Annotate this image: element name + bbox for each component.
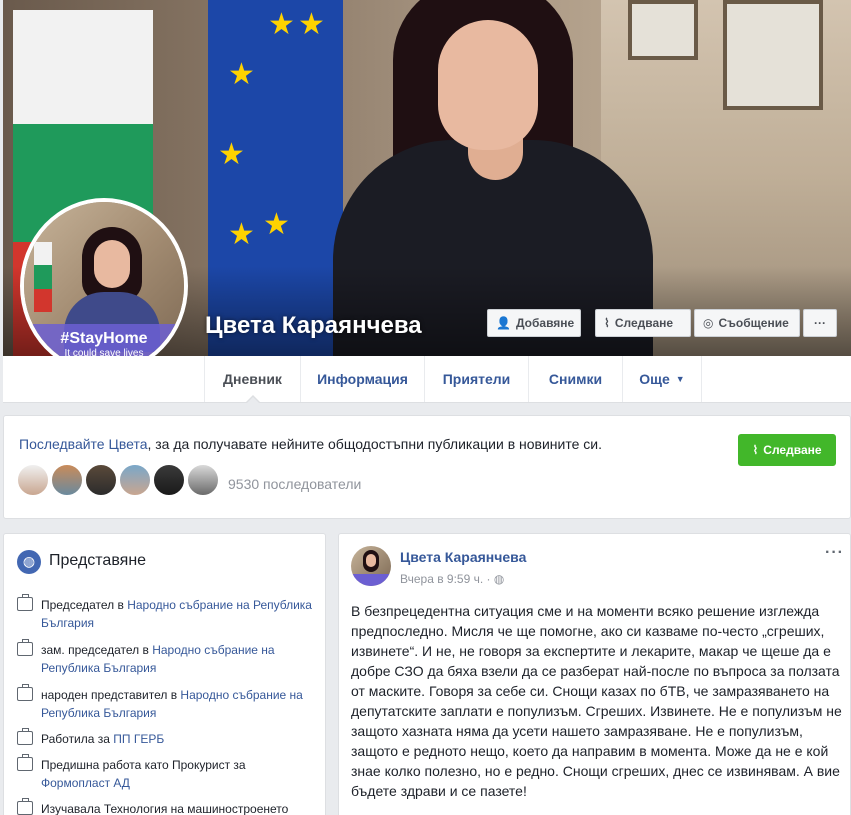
profile-tabbar: Дневник Информация Приятели Снимки Още ▼ [3, 356, 851, 403]
intro-item: Изучавала Технология на машиностроенето [17, 798, 317, 815]
follow-label: Следване [614, 316, 674, 330]
message-button[interactable]: ◎ Съобщение [694, 309, 800, 337]
intro-item-link[interactable]: Формопласт АД [41, 776, 130, 790]
briefcase-icon [17, 684, 33, 701]
globe-icon: ◍ [17, 550, 41, 574]
add-friend-label: Добавяне [515, 316, 575, 330]
briefcase-icon [17, 594, 33, 611]
post-meta: Вчера в 9:59 ч. · ◍ [400, 572, 504, 586]
avatar[interactable] [187, 464, 219, 496]
active-tab-indicator-inner [246, 397, 260, 404]
intro-item: народен представител в Народно събрание … [17, 684, 317, 722]
tab-about-label: Информация [317, 371, 408, 387]
intro-item: Предишна работа като Прокурист за Формоп… [17, 754, 317, 792]
wall-frame [628, 0, 698, 60]
intro-card: ◍ Представяне Председател в Народно събр… [3, 533, 326, 815]
tab-about[interactable]: Информация [300, 356, 424, 402]
add-friend-button[interactable]: 👤 Добавяне [487, 309, 581, 337]
follow-green-button[interactable]: ⌇ Следване [738, 434, 836, 466]
post-author[interactable]: Цвета Караянчева [400, 549, 526, 565]
caret-down-icon: ▼ [675, 374, 685, 384]
avatar[interactable] [85, 464, 117, 496]
follow-button[interactable]: ⌇ Следване [595, 309, 691, 337]
stayhome-tag: #StayHome [60, 330, 148, 347]
briefcase-icon [17, 754, 33, 771]
add-person-icon: 👤 [496, 316, 511, 330]
intro-title: Представяне [49, 552, 147, 569]
intro-item-prefix: Работила за [41, 732, 114, 746]
tab-more[interactable]: Още ▼ [622, 356, 702, 402]
flag-image [34, 242, 52, 312]
post-text: В безпрецедентна ситуация сме и на момен… [351, 603, 842, 799]
intro-item: зам. председател в Народно събрание на Р… [17, 639, 317, 677]
graduation-icon [17, 798, 33, 815]
intro-item-prefix: Председател в [41, 598, 128, 612]
intro-item: Председател в Народно събрание на Републ… [17, 594, 317, 632]
follow-green-label: Следване [763, 443, 822, 457]
avatar[interactable] [119, 464, 151, 496]
tab-photos-label: Снимки [548, 371, 603, 387]
avatar[interactable] [17, 464, 49, 496]
tab-timeline-label: Дневник [223, 371, 282, 387]
more-options-label: ··· [814, 316, 826, 330]
intro-item-prefix: Изучавала Технология на машиностроенето [41, 802, 289, 815]
follow-prompt-link[interactable]: Последвайте Цвета [19, 436, 147, 452]
tab-friends-label: Приятели [442, 371, 511, 387]
globe-icon: ◍ [493, 572, 505, 586]
person-face [438, 20, 538, 150]
page-title[interactable]: Цвета Караянчева [205, 312, 422, 340]
page-root: ★ ★ ★ ★ ★ ★ #StayHome It could save live… [0, 0, 851, 815]
messenger-icon: ◎ [703, 316, 714, 330]
briefcase-icon [17, 639, 33, 656]
follow-prompt-text: Последвайте Цвета, за да получавате нейн… [19, 436, 602, 452]
intro-item-prefix: народен представител в [41, 688, 181, 702]
intro-item-prefix: Предишна работа като Прокурист за [41, 758, 246, 772]
rss-icon: ⌇ [604, 316, 610, 330]
follow-prompt-card: Последвайте Цвета, за да получавате нейн… [3, 415, 851, 519]
intro-item: Работила за ПП ГЕРБ [17, 728, 317, 748]
post-avatar[interactable] [351, 546, 391, 586]
post-menu-button[interactable]: ··· [825, 544, 844, 562]
follower-avatars [17, 464, 219, 496]
avatar[interactable] [153, 464, 185, 496]
post-time[interactable]: Вчера в 9:59 ч. · [400, 572, 494, 586]
tab-friends[interactable]: Приятели [424, 356, 528, 402]
followers-count[interactable]: 9530 последователи [228, 476, 361, 492]
profile-picture[interactable]: #StayHome It could save lives [20, 198, 188, 374]
intro-item-link[interactable]: ПП ГЕРБ [113, 732, 164, 746]
tab-photos[interactable]: Снимки [528, 356, 622, 402]
more-options-button[interactable]: ··· [803, 309, 837, 337]
tab-more-label: Още [639, 371, 670, 387]
wall-frame [723, 0, 823, 110]
rss-icon: ⌇ [752, 443, 759, 457]
intro-item-prefix: зам. председател в [41, 643, 153, 657]
avatar[interactable] [51, 464, 83, 496]
message-label: Съобщение [718, 316, 789, 330]
follow-prompt-rest: , за да получавате нейните общодостъпни … [147, 436, 602, 452]
briefcase-icon [17, 728, 33, 745]
post-card: Цвета Караянчева Вчера в 9:59 ч. · ◍ ···… [338, 533, 851, 815]
